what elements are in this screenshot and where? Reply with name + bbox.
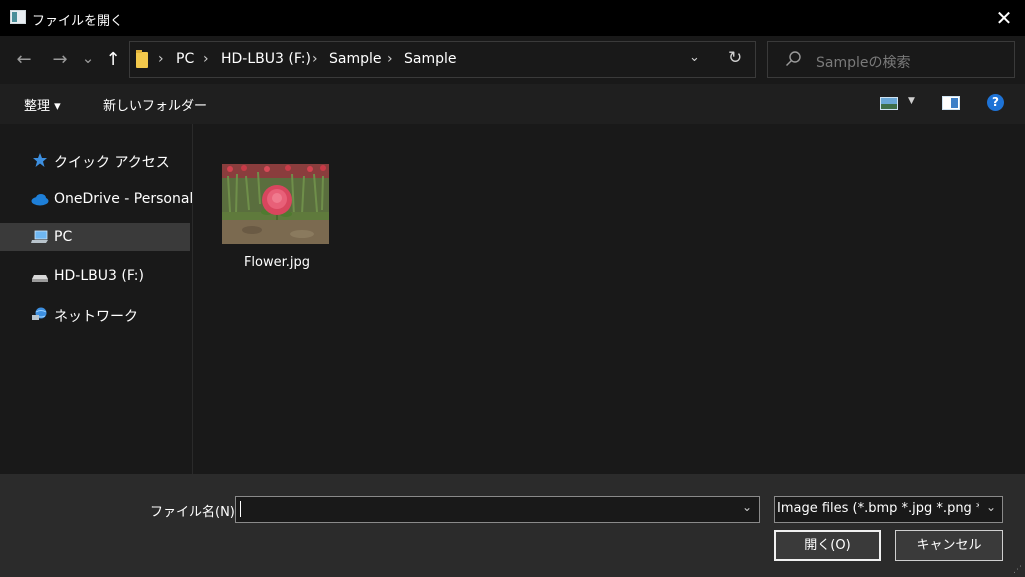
- cancel-button[interactable]: キャンセル: [895, 530, 1003, 561]
- file-name-label[interactable]: Flower.jpg: [222, 255, 332, 270]
- forward-button[interactable]: →: [50, 50, 70, 70]
- breadcrumb-sample[interactable]: Sample: [329, 51, 382, 67]
- back-button[interactable]: ←: [14, 50, 34, 70]
- file-open-dialog: ファイルを開く ✕ ← → ⌄ ↑ › PC › HD-LBU3 (F:) › …: [0, 0, 1025, 577]
- refresh-button[interactable]: ↻: [728, 48, 742, 68]
- breadcrumb-separator: ›: [387, 51, 393, 67]
- recent-locations-button[interactable]: ⌄: [80, 48, 96, 68]
- new-folder-button[interactable]: 新しいフォルダー: [103, 95, 207, 114]
- sidebar-item-pc[interactable]: PC: [0, 223, 190, 251]
- sidebar-item-label: ネットワーク: [54, 309, 138, 325]
- filename-input[interactable]: [235, 496, 760, 523]
- breadcrumb-pc[interactable]: PC: [176, 51, 194, 67]
- file-thumbnail-flower[interactable]: [222, 164, 329, 244]
- sidebar-item-drive[interactable]: HD-LBU3 (F:): [0, 262, 190, 290]
- window-icon: [10, 10, 26, 24]
- pc-icon: [31, 230, 48, 243]
- filter-chevron-down-icon[interactable]: ⌄: [986, 500, 996, 514]
- navigation-pane: [0, 124, 193, 474]
- sidebar-item-label: クイック アクセス: [54, 155, 170, 171]
- file-type-filter-value: Image files (*.bmp *.jpg *.png *: [777, 501, 979, 516]
- network-icon: [32, 307, 47, 320]
- sidebar-item-quick-access[interactable]: クイック アクセス: [0, 146, 190, 174]
- breadcrumb-separator: ›: [158, 51, 164, 67]
- filename-label: ファイル名(N):: [150, 505, 240, 520]
- open-button[interactable]: 開く(O): [774, 530, 881, 561]
- dialog-footer: [0, 474, 1025, 577]
- window-title: ファイルを開く: [32, 14, 124, 29]
- up-button[interactable]: ↑: [103, 50, 123, 70]
- cloud-icon: [31, 194, 49, 206]
- organize-button[interactable]: 整理 ▾: [24, 95, 61, 114]
- sidebar-item-onedrive[interactable]: OneDrive - Personal: [0, 185, 194, 213]
- sidebar-item-label: HD-LBU3 (F:): [54, 268, 144, 284]
- text-caret: [240, 501, 241, 517]
- sidebar-item-label: PC: [54, 229, 73, 245]
- sidebar-item-label: OneDrive - Personal: [54, 191, 194, 207]
- title-bar: ファイルを開く ✕: [0, 0, 1025, 36]
- breadcrumb-drive[interactable]: HD-LBU3 (F:): [221, 51, 311, 67]
- resize-grip-icon[interactable]: ⋰: [1013, 565, 1022, 575]
- change-view-icon[interactable]: [880, 97, 898, 110]
- star-icon: [33, 153, 47, 167]
- help-icon[interactable]: ?: [987, 94, 1004, 111]
- search-placeholder[interactable]: Sampleの検索: [816, 52, 911, 72]
- view-options-chevron-icon[interactable]: ▼: [908, 96, 915, 106]
- breadcrumb-separator: ›: [203, 51, 209, 67]
- sidebar-item-network[interactable]: ネットワーク: [0, 300, 190, 328]
- address-dropdown-chevron-icon[interactable]: ⌄: [689, 50, 700, 65]
- breadcrumb-sample-current[interactable]: Sample: [404, 51, 457, 67]
- folder-icon: [136, 50, 148, 68]
- drive-icon: [32, 275, 48, 282]
- close-button[interactable]: ✕: [992, 6, 1016, 30]
- breadcrumb-separator: ›: [312, 51, 318, 67]
- preview-pane-icon[interactable]: [942, 96, 960, 110]
- search-icon: [786, 51, 801, 66]
- filename-dropdown-chevron-icon[interactable]: ⌄: [742, 500, 752, 514]
